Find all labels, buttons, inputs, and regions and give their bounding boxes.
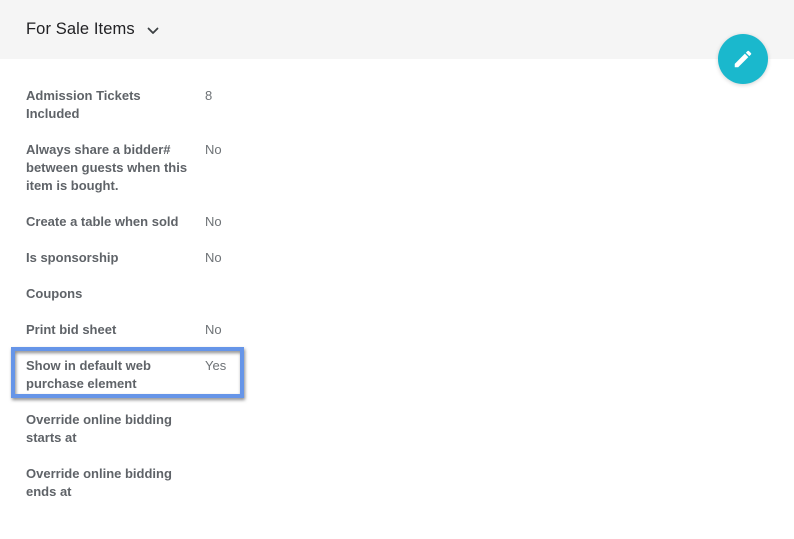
field-label: Show in default web purchase element [26,357,188,393]
field-value: 8 [205,87,212,105]
field-label: Is sponsorship [26,249,188,267]
field-value: Yes [205,357,226,375]
page-title: For Sale Items [26,20,135,39]
field-value: No [205,321,222,339]
header: For Sale Items [0,0,794,59]
field-label: Coupons [26,285,188,303]
field-value: No [205,249,222,267]
field-list: Admission Tickets Included 8 Always shar… [0,59,794,519]
page: For Sale Items Admission Tickets Include… [0,0,794,539]
chevron-down-icon [147,27,159,35]
field-row-override-bidding-ends: Override online bidding ends at [26,465,794,501]
field-label: Override online bidding ends at [26,465,188,501]
field-row-admission-tickets: Admission Tickets Included 8 [26,87,794,123]
field-row-print-bid-sheet: Print bid sheet No [26,321,794,339]
field-label: Override online bidding starts at [26,411,188,447]
field-row-create-table: Create a table when sold No [26,213,794,231]
field-row-show-in-default-web-purchase: Show in default web purchase element Yes [26,357,794,393]
field-label: Admission Tickets Included [26,87,188,123]
field-label: Print bid sheet [26,321,188,339]
field-row-is-sponsorship: Is sponsorship No [26,249,794,267]
field-row-coupons: Coupons [26,285,794,303]
section-dropdown[interactable]: For Sale Items [26,20,159,39]
field-row-always-share-bidder: Always share a bidder# between guests wh… [26,141,794,195]
field-value: No [205,141,222,159]
field-label: Always share a bidder# between guests wh… [26,141,188,195]
field-value: No [205,213,222,231]
field-label: Create a table when sold [26,213,188,231]
field-row-override-bidding-starts: Override online bidding starts at [26,411,794,447]
